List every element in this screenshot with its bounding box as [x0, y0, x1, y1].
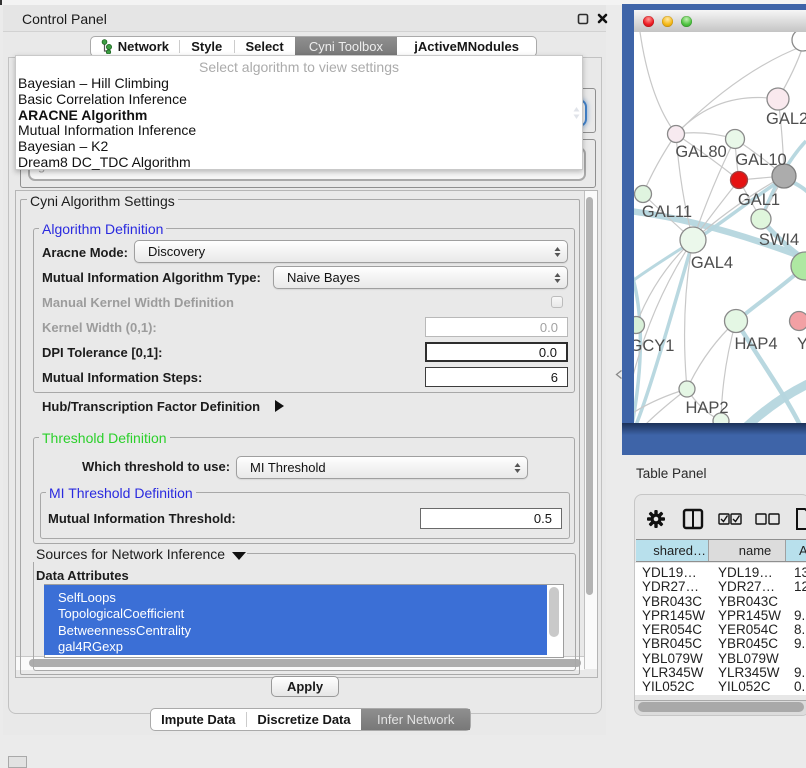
svg-text:YM: YM — [797, 335, 806, 353]
svg-text:GAL10: GAL10 — [735, 151, 786, 169]
svg-text:GCY1: GCY1 — [634, 337, 674, 355]
svg-text:HAP2: HAP2 — [685, 399, 728, 417]
svg-text:SWI4: SWI4 — [759, 231, 799, 249]
svg-text:HAP4: HAP4 — [734, 335, 777, 353]
svg-text:GAL1: GAL1 — [738, 191, 780, 209]
svg-text:GAL80: GAL80 — [675, 143, 726, 161]
svg-text:GAL4: GAL4 — [691, 254, 733, 272]
svg-text:GAL2: GAL2 — [766, 110, 806, 128]
svg-text:GAL11: GAL11 — [642, 203, 692, 221]
